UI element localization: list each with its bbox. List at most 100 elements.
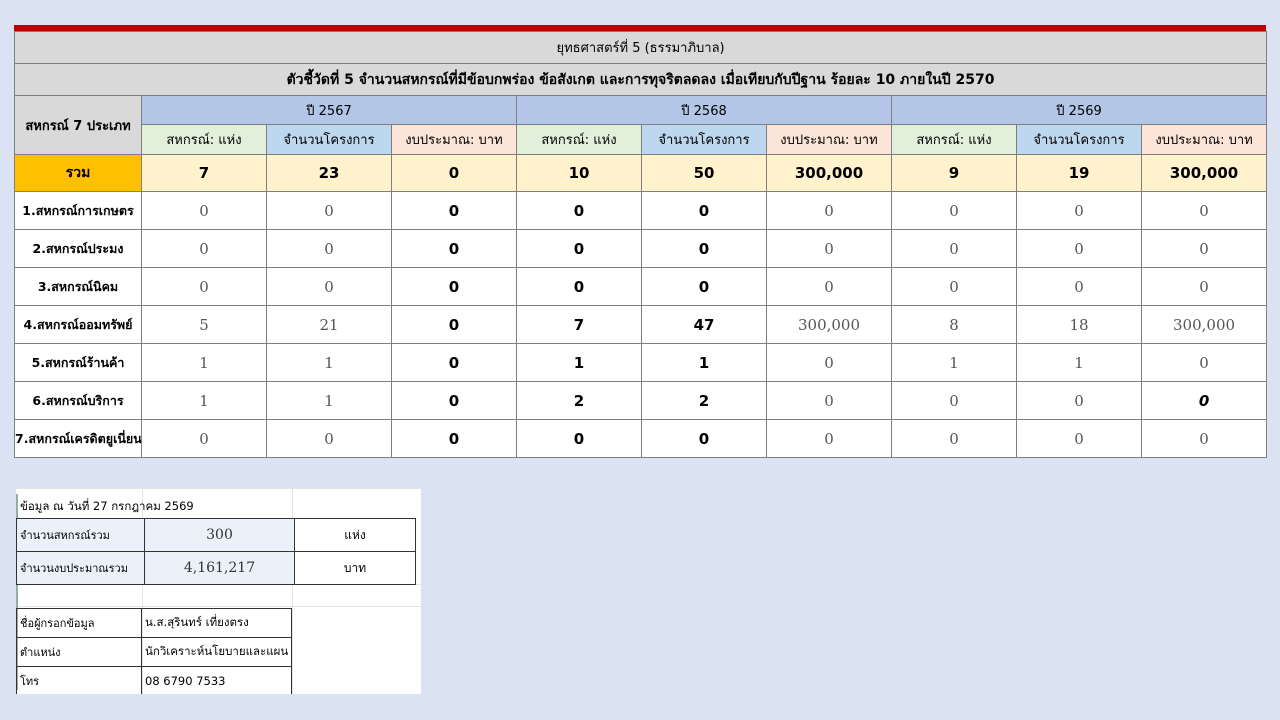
table-cell: 0	[516, 419, 642, 458]
year-header-2569: ปี 2569	[890, 95, 1268, 125]
table-cell: 0	[891, 267, 1017, 306]
total-cell: 23	[266, 154, 392, 192]
name-label: ชื่อผู้กรอกข้อมูล	[16, 608, 142, 638]
table-row: 7.สหกรณ์เครดิตยูเนี่ยน 0 0 0 0 0 0 0 0 0	[14, 419, 1268, 458]
total-label: รวม	[14, 154, 142, 192]
table-cell: 0	[1140, 343, 1268, 382]
table-cell: 0	[1016, 229, 1142, 268]
budget-total-unit: บาท	[294, 551, 416, 585]
table-cell: 0	[266, 419, 392, 458]
table-cell: 0	[516, 191, 642, 230]
row-label: 5.สหกรณ์ร้านค้า	[14, 343, 142, 382]
table-cell: 0	[1140, 419, 1268, 458]
subheader-budget: งบประมาณ: บาท	[1140, 124, 1268, 155]
table-cell: 0	[391, 381, 517, 420]
row-label: 4.สหกรณ์ออมทรัพย์	[14, 305, 142, 344]
table-cell: 1	[516, 343, 642, 382]
table-cell: 0	[891, 381, 1017, 420]
table-cell: 8	[891, 305, 1017, 344]
table-cell: 0	[266, 229, 392, 268]
table-cell: 0	[516, 267, 642, 306]
name-value: น.ส.สุรินทร์ เที่ยงตรง	[141, 608, 292, 638]
table-cell: 0	[266, 191, 392, 230]
total-cell: 19	[1016, 154, 1142, 192]
year-header-2568: ปี 2568	[516, 95, 892, 125]
table-cell: 300,000	[766, 305, 892, 344]
table-cell: 1	[141, 343, 267, 382]
table-row: 1.สหกรณ์การเกษตร 0 0 0 0 0 0 0 0 0	[14, 191, 1268, 230]
subheader-projects: จำนวนโครงการ	[266, 124, 392, 155]
coop-total-unit: แห่ง	[294, 518, 416, 552]
table-cell: 0	[1016, 267, 1142, 306]
subheader-budget: งบประมาณ: บาท	[766, 124, 892, 155]
phone-label: โทร	[16, 666, 142, 694]
total-cell: 7	[141, 154, 267, 192]
coop-total-value: 300	[144, 518, 295, 552]
table-cell: 1	[266, 343, 392, 382]
table-cell: 0	[641, 229, 767, 268]
total-cell: 50	[641, 154, 767, 192]
total-row: รวม 7 23 0 10 50 300,000 9 19 300,000	[14, 154, 1268, 192]
table-cell: 0	[641, 191, 767, 230]
table-cell: 0	[141, 229, 267, 268]
table-row: 2.สหกรณ์ประมง 0 0 0 0 0 0 0 0 0	[14, 229, 1268, 268]
table-cell: 300,000	[1140, 305, 1268, 344]
table-row: 4.สหกรณ์ออมทรัพย์ 5 21 0 7 47 300,000 8 …	[14, 305, 1268, 344]
subheader-projects: จำนวนโครงการ	[641, 124, 767, 155]
table-row: 5.สหกรณ์ร้านค้า 1 1 0 1 1 0 1 1 0	[14, 343, 1268, 382]
table-cell: 0	[891, 419, 1017, 458]
subheader-projects: จำนวนโครงการ	[1016, 124, 1142, 155]
table-cell: 0	[766, 229, 892, 268]
table-cell: 1	[266, 381, 392, 420]
total-cell: 300,000	[1140, 154, 1268, 192]
table-cell: 0	[766, 419, 892, 458]
budget-total-label: จำนวนงบประมาณรวม	[16, 551, 145, 585]
table-cell: 0	[141, 267, 267, 306]
table-cell: 0	[1016, 191, 1142, 230]
summary-sheet: ข้อมูล ณ วันที่ 27 กรกฎาคม 2569 จำนวนสหก…	[16, 488, 421, 694]
coop-total-label: จำนวนสหกรณ์รวม	[16, 518, 145, 552]
table-cell: 0	[266, 267, 392, 306]
table-cell: 2	[641, 381, 767, 420]
table-cell: 0	[766, 343, 892, 382]
table-cell: 0	[766, 191, 892, 230]
table-cell: 0	[891, 229, 1017, 268]
table-cell: 47	[641, 305, 767, 344]
table-cell: 0	[1016, 419, 1142, 458]
table-cell: 0	[391, 419, 517, 458]
table-cell: 0	[391, 191, 517, 230]
indicator-title: ตัวชี้วัดที่ 5 จำนวนสหกรณ์ที่มีข้อบกพร่อ…	[13, 63, 1268, 96]
summary-table: จำนวนสหกรณ์รวม 300 แห่ง จำนวนงบประมาณรวม…	[16, 518, 416, 585]
row-label: 6.สหกรณ์บริการ	[14, 381, 142, 420]
year-header-2567: ปี 2567	[141, 95, 517, 125]
table-cell: 0	[1140, 191, 1268, 230]
total-cell: 10	[516, 154, 642, 192]
table-cell: 0	[891, 191, 1017, 230]
row-label: 2.สหกรณ์ประมง	[14, 229, 142, 268]
row-label: 7.สหกรณ์เครดิตยูเนี่ยน	[14, 419, 142, 458]
table-cell: 21	[266, 305, 392, 344]
table-cell: 0	[1016, 381, 1142, 420]
table-cell: 0	[391, 343, 517, 382]
table-cell: 1	[141, 381, 267, 420]
table-cell: 0	[141, 191, 267, 230]
table-cell: 0	[641, 419, 767, 458]
table-cell: 0	[391, 229, 517, 268]
phone-value: 08 6790 7533	[141, 666, 292, 694]
contact-table: ชื่อผู้กรอกข้อมูล น.ส.สุรินทร์ เที่ยงตรง…	[16, 608, 292, 694]
category-header: สหกรณ์ 7 ประเภท	[14, 95, 142, 155]
row-label: 1.สหกรณ์การเกษตร	[14, 191, 142, 230]
table-cell: 0	[766, 381, 892, 420]
table-cell: 1	[1016, 343, 1142, 382]
indicator-table: ยุทธศาสตร์ที่ 5 (ธรรมาภิบาล) ตัวชี้วัดที…	[13, 31, 1268, 458]
table-cell: 0	[1140, 381, 1268, 420]
subheader-coops: สหกรณ์: แห่ง	[516, 124, 642, 155]
subheader-coops: สหกรณ์: แห่ง	[891, 124, 1017, 155]
data-date-line: ข้อมูล ณ วันที่ 27 กรกฎาคม 2569	[20, 499, 194, 513]
table-cell: 0	[1140, 267, 1268, 306]
table-cell: 0	[141, 419, 267, 458]
table-row: 6.สหกรณ์บริการ 1 1 0 2 2 0 0 0 0	[14, 381, 1268, 420]
table-cell: 1	[641, 343, 767, 382]
table-cell: 18	[1016, 305, 1142, 344]
table-cell: 0	[516, 229, 642, 268]
